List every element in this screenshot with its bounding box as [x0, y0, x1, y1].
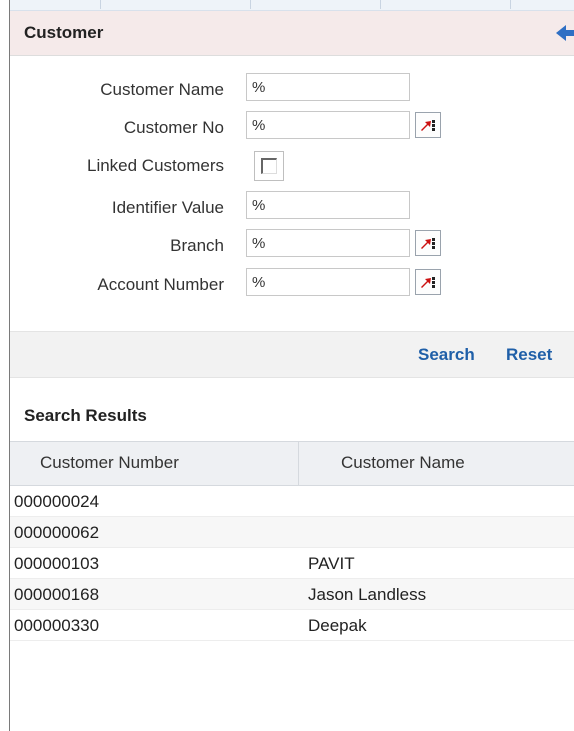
page-title: Customer [24, 23, 104, 42]
branch-lov-button[interactable] [415, 230, 441, 256]
account-number-row: Account Number [10, 267, 574, 301]
customer-number-cell: 000000062 [14, 523, 100, 542]
account-number-lov-button[interactable] [415, 269, 441, 295]
branch-label: Branch [170, 236, 224, 255]
list-of-values-icon [421, 277, 435, 288]
search-button[interactable]: Search [418, 345, 475, 365]
column-header-customer-number[interactable]: Customer Number [40, 453, 179, 473]
action-bar: Search Reset [10, 331, 574, 378]
customer-name-cell: Deepak [308, 616, 367, 635]
customer-name-label: Customer Name [100, 80, 224, 99]
column-header-customer-name[interactable]: Customer Name [341, 453, 465, 473]
table-row[interactable]: 000000330 Deepak [10, 610, 574, 641]
customer-no-row: Customer No [10, 110, 574, 144]
identifier-value-label: Identifier Value [111, 198, 224, 217]
reset-button[interactable]: Reset [506, 345, 552, 365]
customer-number-cell: 000000024 [14, 492, 100, 511]
customer-number-cell: 000000168 [14, 585, 100, 604]
linked-customers-row: Linked Customers [10, 148, 574, 182]
customer-no-input[interactable] [246, 111, 410, 139]
account-number-input[interactable] [246, 268, 410, 296]
list-of-values-icon [421, 120, 435, 131]
customer-number-cell: 000000330 [14, 616, 100, 635]
account-number-label: Account Number [97, 275, 224, 294]
customer-panel: Customer Customer Name Customer No [0, 0, 574, 731]
linked-customers-checkbox[interactable] [254, 151, 284, 181]
customer-no-lov-button[interactable] [415, 112, 441, 138]
list-of-values-icon [421, 238, 435, 249]
customer-name-cell: PAVIT [308, 554, 355, 573]
table-row[interactable]: 000000024 [10, 486, 574, 517]
results-table: Customer Number Customer Name 000000024 … [10, 441, 574, 641]
identifier-value-input[interactable] [246, 191, 410, 219]
table-row[interactable]: 000000062 [10, 517, 574, 548]
back-arrow-icon[interactable] [556, 23, 574, 43]
search-form: Customer Name Customer No Linked Custome… [10, 56, 574, 331]
branch-input[interactable] [246, 229, 410, 257]
panel-header: Customer [10, 11, 574, 56]
customer-name-cell: Jason Landless [308, 585, 427, 604]
branch-row: Branch [10, 228, 574, 262]
search-results-title: Search Results [24, 406, 147, 425]
customer-name-input[interactable] [246, 73, 410, 101]
customer-number-cell: 000000103 [14, 554, 100, 573]
identifier-value-row: Identifier Value [10, 190, 574, 224]
table-header: Customer Number Customer Name [10, 441, 574, 486]
table-row[interactable]: 000000103 PAVIT [10, 548, 574, 579]
table-row[interactable]: 000000168 Jason Landless [10, 579, 574, 610]
linked-customers-label: Linked Customers [86, 156, 224, 175]
customer-name-row: Customer Name [10, 72, 574, 106]
top-tab-strip [10, 0, 574, 11]
customer-no-label: Customer No [123, 118, 224, 137]
